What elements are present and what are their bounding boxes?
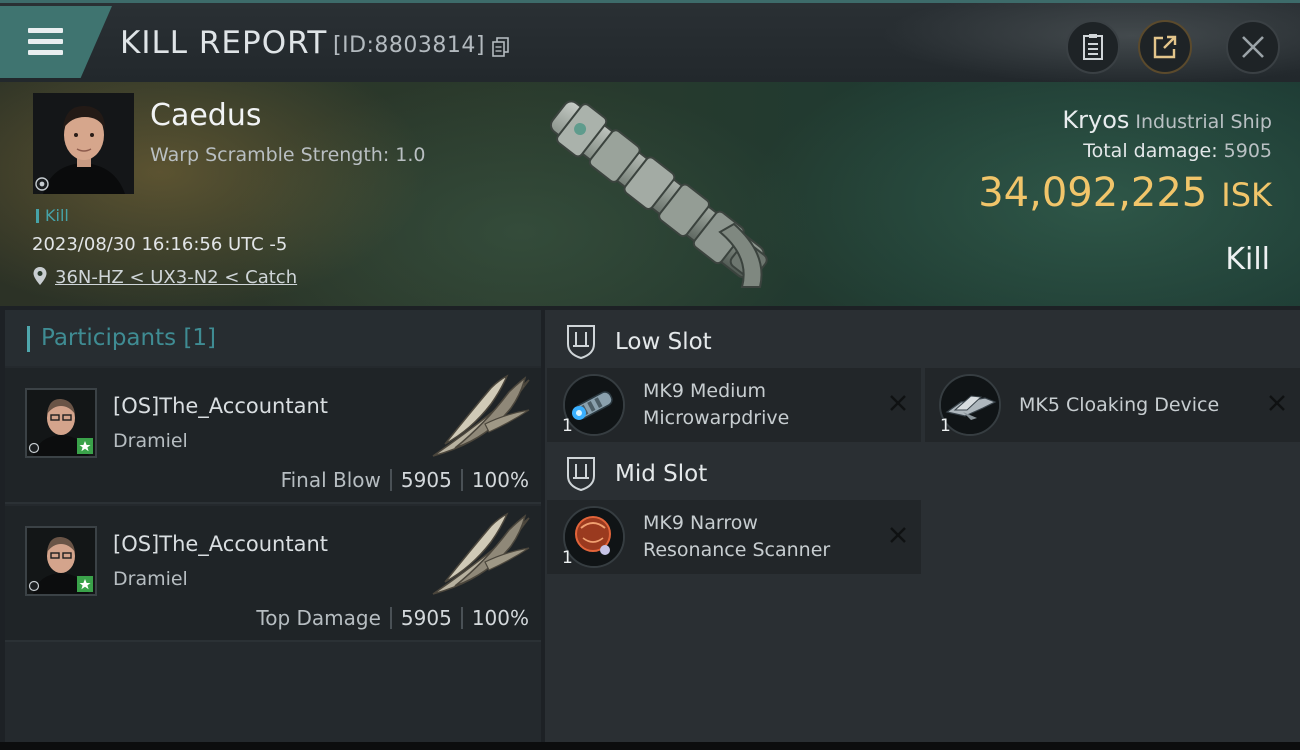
participant-row[interactable]: [OS]The_Accountant Dramiel Final Blow 59… [5, 368, 541, 504]
participant-damage: 5905 [400, 468, 452, 492]
participant-avatar-image [27, 528, 95, 594]
victim-ship-image[interactable] [520, 82, 800, 306]
participant-stats: Final Blow 5905 100% [281, 468, 529, 492]
participant-stats: Top Damage 5905 100% [256, 606, 529, 630]
remove-icon[interactable] [887, 392, 909, 414]
kill-result: Kill [1225, 242, 1270, 277]
victim-portrait[interactable] [33, 93, 134, 194]
low-slot-label: Low Slot [615, 329, 712, 355]
module-name-line2: Resonance Scanner [643, 539, 831, 561]
mid-slot-header: Mid Slot [545, 446, 1300, 502]
participant-percent: 100% [471, 468, 529, 492]
victim-ship-title[interactable]: Kryos Industrial Ship [1062, 106, 1272, 134]
kill-datetime: 2023/08/30 16:16:56 UTC -5 [32, 234, 288, 255]
victim-ship-class: Industrial Ship [1135, 111, 1272, 133]
stats-divider [460, 469, 463, 491]
resonance-scanner-icon [565, 508, 623, 566]
module-quantity: 1 [562, 416, 573, 436]
participant-percent: 100% [471, 606, 529, 630]
menu-button[interactable] [0, 6, 112, 78]
module-quantity: 1 [562, 548, 573, 568]
participants-accent [27, 326, 30, 352]
remove-icon[interactable] [1266, 392, 1288, 414]
participant-name: [OS]The_Accountant [113, 394, 329, 418]
victim-pilot-name[interactable]: Caedus [150, 98, 261, 133]
kill-location-link[interactable]: 36N-HZ < UX3-N2 < Catch [55, 267, 297, 288]
isk-unit: ISK [1221, 176, 1272, 214]
clipboard-button[interactable] [1066, 20, 1120, 74]
participant-avatar-image [27, 390, 95, 456]
mid-slot-label: Mid Slot [615, 461, 708, 487]
participant-avatar[interactable] [25, 526, 97, 596]
stats-divider [389, 469, 392, 491]
export-icon [1153, 35, 1177, 59]
participant-role: Final Blow [280, 468, 381, 492]
location-pin-icon [33, 267, 47, 285]
menu-icon-bar [28, 28, 63, 33]
mid-slot-icon [567, 457, 595, 492]
stats-divider [460, 607, 463, 629]
participants-header: Participants [1] [5, 310, 541, 366]
participant-role: Top Damage [256, 606, 381, 630]
participant-row[interactable]: [OS]The_Accountant Dramiel Top Damage 59… [5, 506, 541, 642]
corp-badge-icon [35, 177, 49, 191]
microwarpdrive-icon [565, 376, 623, 434]
export-button[interactable] [1138, 20, 1192, 74]
module-name-line1: MK9 Medium [643, 380, 766, 402]
kill-id: [ID:8803814] [333, 33, 485, 58]
total-damage-value: 5905 [1223, 140, 1272, 162]
participant-ship: Dramiel [113, 568, 188, 590]
victim-banner: Caedus Warp Scramble Strength: 1.0 Kill … [0, 82, 1300, 306]
total-damage: Total damage: 5905 [1083, 140, 1272, 162]
page-title: KILL REPORT [120, 25, 328, 61]
low-slot-icon [567, 325, 595, 360]
kill-tag: Kill [36, 206, 69, 225]
participant-ship: Dramiel [113, 430, 188, 452]
participants-panel: Participants [1] [OS]The_Accountant Dram… [5, 310, 541, 750]
warp-scramble-strength: Warp Scramble Strength: 1.0 [150, 144, 426, 166]
module-name-line1: MK5 Cloaking Device [1019, 394, 1220, 416]
header-bar: KILL REPORT [ID:8803814] [0, 0, 1300, 85]
module-item[interactable]: 1 MK9 Medium Microwarpdrive [547, 368, 921, 442]
module-name-line2: Microwarpdrive [643, 407, 790, 429]
stats-divider [389, 607, 392, 629]
participant-ship-image[interactable] [425, 374, 535, 460]
isk-value: 34,092,225 ISK [978, 170, 1272, 216]
total-damage-label: Total damage: [1083, 140, 1218, 162]
participant-ship-image[interactable] [425, 512, 535, 598]
victim-ship-name: Kryos [1062, 106, 1130, 134]
module-name-line1: MK9 Narrow [643, 512, 758, 534]
participant-avatar[interactable] [25, 388, 97, 458]
module-quantity: 1 [940, 416, 951, 436]
isk-amount: 34,092,225 [978, 170, 1208, 216]
clipboard-icon [1083, 34, 1103, 60]
remove-icon[interactable] [887, 524, 909, 546]
menu-icon-bar [28, 50, 63, 55]
close-button[interactable] [1226, 20, 1280, 74]
participant-name: [OS]The_Accountant [113, 532, 329, 556]
participants-label: Participants [1] [41, 325, 216, 351]
participant-damage: 5905 [400, 606, 452, 630]
module-item[interactable]: 1 MK9 Narrow Resonance Scanner [547, 500, 921, 574]
low-slot-header: Low Slot [545, 314, 1300, 370]
close-icon [1242, 36, 1264, 58]
menu-icon-bar [28, 39, 63, 44]
copy-icon[interactable] [492, 37, 510, 57]
fittings-panel: Low Slot 1 MK9 Medium Microwarpdrive 1 M… [545, 310, 1300, 750]
module-item[interactable]: 1 MK5 Cloaking Device [925, 368, 1300, 442]
bottom-edge [0, 742, 1300, 750]
